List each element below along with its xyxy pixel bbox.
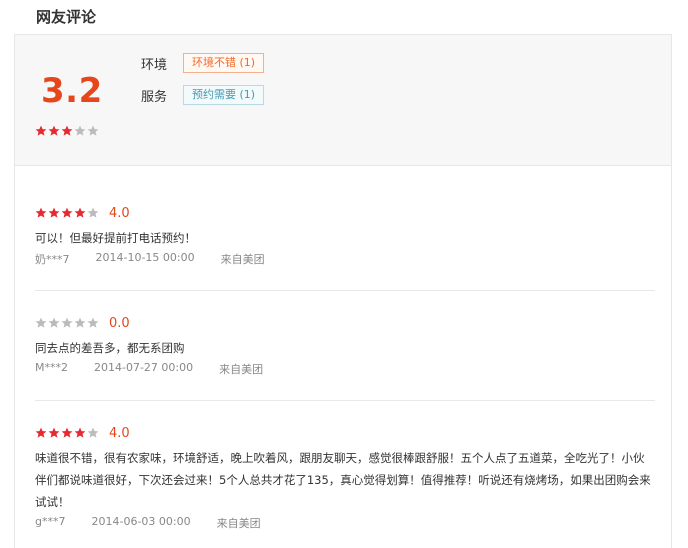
review-score: 4.0 (109, 205, 130, 221)
review-text: 可以！但最好提前打电话预约！ (35, 231, 196, 245)
review-source: 来自美团 (220, 253, 265, 266)
star-empty-icon (87, 125, 99, 137)
overall-score: 3.2 (41, 71, 103, 111)
star-filled-icon (48, 427, 60, 439)
review-source: 来自美团 (216, 517, 261, 530)
overall-stars (35, 125, 99, 137)
star-filled-icon (35, 427, 47, 439)
review-date: 2014-06-03 00:00 (91, 515, 191, 528)
divider (35, 400, 655, 401)
review-meta: g***7 2014-06-03 00:00 来自美团 (35, 515, 655, 531)
review-item: 4.0 味道很不错，很有农家味，环境舒适，晚上吹着风，跟朋友聊天，感觉很棒跟舒服… (35, 425, 655, 531)
review-score: 0.0 (109, 315, 130, 331)
review-stars (35, 207, 99, 219)
star-empty-icon (48, 317, 60, 329)
section-title: 网友评论 (36, 8, 97, 26)
review-user: M***2 (35, 361, 68, 374)
star-empty-icon (61, 317, 73, 329)
review-user: 奶***7 (35, 253, 70, 266)
review-item: 0.0 同去点的差吾多，都无系团购 M***2 2014-07-27 00:00… (35, 315, 655, 377)
review-rating: 4.0 (35, 205, 655, 221)
review-user: g***7 (35, 515, 66, 528)
review-meta: 奶***7 2014-10-15 00:00 来自美团 (35, 251, 655, 267)
star-filled-icon (74, 207, 86, 219)
review-rating: 4.0 (35, 425, 655, 441)
rating-summary: 3.2 环境 环境不错 (1) 服务 预约需要 (1) (15, 35, 671, 166)
tag-environment-good[interactable]: 环境不错 (1) (183, 53, 265, 73)
divider (35, 290, 655, 291)
review-meta: M***2 2014-07-27 00:00 来自美团 (35, 361, 655, 377)
review-item: 4.0 可以！但最好提前打电话预约！ 奶***7 2014-10-15 00:0… (35, 205, 655, 267)
review-rating: 0.0 (35, 315, 655, 331)
review-date: 2014-07-27 00:00 (94, 361, 194, 374)
review-score: 4.0 (109, 425, 130, 441)
star-filled-icon (74, 427, 86, 439)
tag-label-environment: 环境 (141, 57, 168, 73)
tag-row-environment: 环境 环境不错 (1) (141, 53, 265, 73)
star-filled-icon (35, 207, 47, 219)
star-empty-icon (87, 317, 99, 329)
star-empty-icon (87, 427, 99, 439)
star-filled-icon (61, 427, 73, 439)
tag-label-service: 服务 (141, 89, 168, 105)
star-empty-icon (87, 207, 99, 219)
tag-service-reservation[interactable]: 预约需要 (1) (183, 85, 265, 105)
review-stars (35, 317, 99, 329)
star-filled-icon (61, 207, 73, 219)
review-stars (35, 427, 99, 439)
star-filled-icon (48, 207, 60, 219)
review-text: 同去点的差吾多，都无系团购 (35, 341, 185, 355)
star-filled-icon (35, 125, 47, 137)
star-filled-icon (48, 125, 60, 137)
review-source: 来自美团 (219, 363, 264, 376)
tag-row-service: 服务 预约需要 (1) (141, 85, 265, 105)
reviews-panel: 3.2 环境 环境不错 (1) 服务 预约需要 (1) 4.0 可以！但最好提前… (14, 34, 672, 548)
star-empty-icon (35, 317, 47, 329)
star-empty-icon (74, 125, 86, 137)
star-empty-icon (74, 317, 86, 329)
star-filled-icon (61, 125, 73, 137)
review-date: 2014-10-15 00:00 (95, 251, 195, 264)
review-text: 味道很不错，很有农家味，环境舒适，晚上吹着风，跟朋友聊天，感觉很棒跟舒服！五个人… (35, 451, 651, 509)
